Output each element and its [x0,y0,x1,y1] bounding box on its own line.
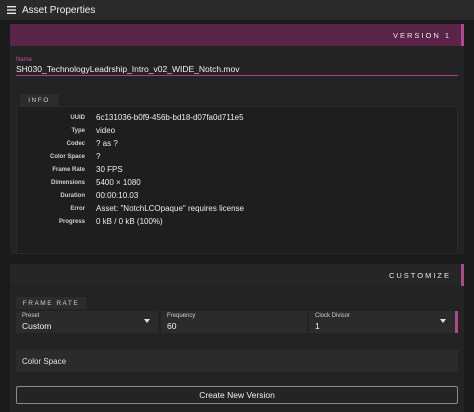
info-value: 00:00:10.03 [96,191,139,200]
info-value: 30 FPS [96,165,123,174]
info-row-progress: Progress 0 kB / 0 kB (100%) [17,215,459,228]
name-field-underline [16,75,458,76]
frequency-input[interactable]: Frequency 60 [161,311,307,333]
accent-bar [455,311,458,333]
info-section-label: INFO [20,94,58,106]
frequency-value: 60 [167,321,177,331]
clock-divisor-value: 1 [315,321,320,331]
info-value: ? [96,152,101,161]
info-key: Codec [66,140,85,147]
info-row-error: Error Asset: "NotchLCOpaque" requires li… [17,202,459,215]
color-space-label: Color Space [22,357,67,366]
info-box: UUID 6c131036-b0f9-456b-bd18-d07fa0d711e… [16,106,458,254]
window-title: Asset Properties [22,4,96,16]
preset-value: Custom [22,321,52,331]
info-key: Frame Rate [52,166,85,173]
info-row-codec: Codec ? as ? [17,137,459,150]
info-key: Type [71,127,85,134]
info-value: 0 kB / 0 kB (100%) [96,217,163,226]
preset-label: Preset [22,313,40,319]
info-row-color-space: Color Space ? [17,150,459,163]
info-key: Dimensions [50,179,85,186]
frequency-label: Frequency [167,313,196,319]
info-row-uuid: UUID 6c131036-b0f9-456b-bd18-d07fa0d711e… [17,111,459,124]
info-key: Progress [58,218,85,225]
version-header[interactable]: VERSION 1 [10,24,464,46]
info-value: 6c131036-b0f9-456b-bd18-d07fa0d711e5 [96,113,244,122]
info-key: Color Space [49,153,85,160]
chevron-down-icon [440,319,446,323]
info-value: ? as ? [96,139,118,148]
info-value: Asset: "NotchLCOpaque" requires license [96,204,244,213]
version-panel: VERSION 1 Name SH030_TechnologyLeadrship… [10,24,464,254]
info-row-dimensions: Dimensions 5400 × 1080 [17,176,459,189]
color-space-select[interactable]: Color Space [16,350,458,372]
info-value: video [96,126,116,135]
frame-rate-section-label: FRAME RATE [16,297,86,309]
customize-label: CUSTOMIZE [388,270,451,280]
info-value: 5400 × 1080 [96,178,141,187]
info-key: UUID [70,114,85,121]
version-label: VERSION 1 [392,30,451,40]
preset-select[interactable]: Preset Custom [16,311,158,333]
clock-divisor-label: Clock Divisor [315,313,351,319]
chevron-down-icon [144,319,150,323]
title-bar: Asset Properties [0,0,474,20]
name-field[interactable]: SH030_TechnologyLeadrship_Intro_v02_WIDE… [16,64,240,74]
info-row-duration: Duration 00:00:10.03 [17,189,459,202]
hamburger-menu-icon[interactable] [2,0,20,20]
info-key: Duration [60,192,85,199]
customize-panel: CUSTOMIZE FRAME RATE Preset Custom Frequ… [10,264,464,412]
name-field-label: Name [16,57,33,63]
customize-header[interactable]: CUSTOMIZE [10,264,464,286]
info-row-frame-rate: Frame Rate 30 FPS [17,163,459,176]
clock-divisor-select[interactable]: Clock Divisor 1 [309,311,458,333]
info-row-type: Type video [17,124,459,137]
info-key: Error [70,205,85,212]
create-new-version-button[interactable]: Create New Version [16,386,458,404]
